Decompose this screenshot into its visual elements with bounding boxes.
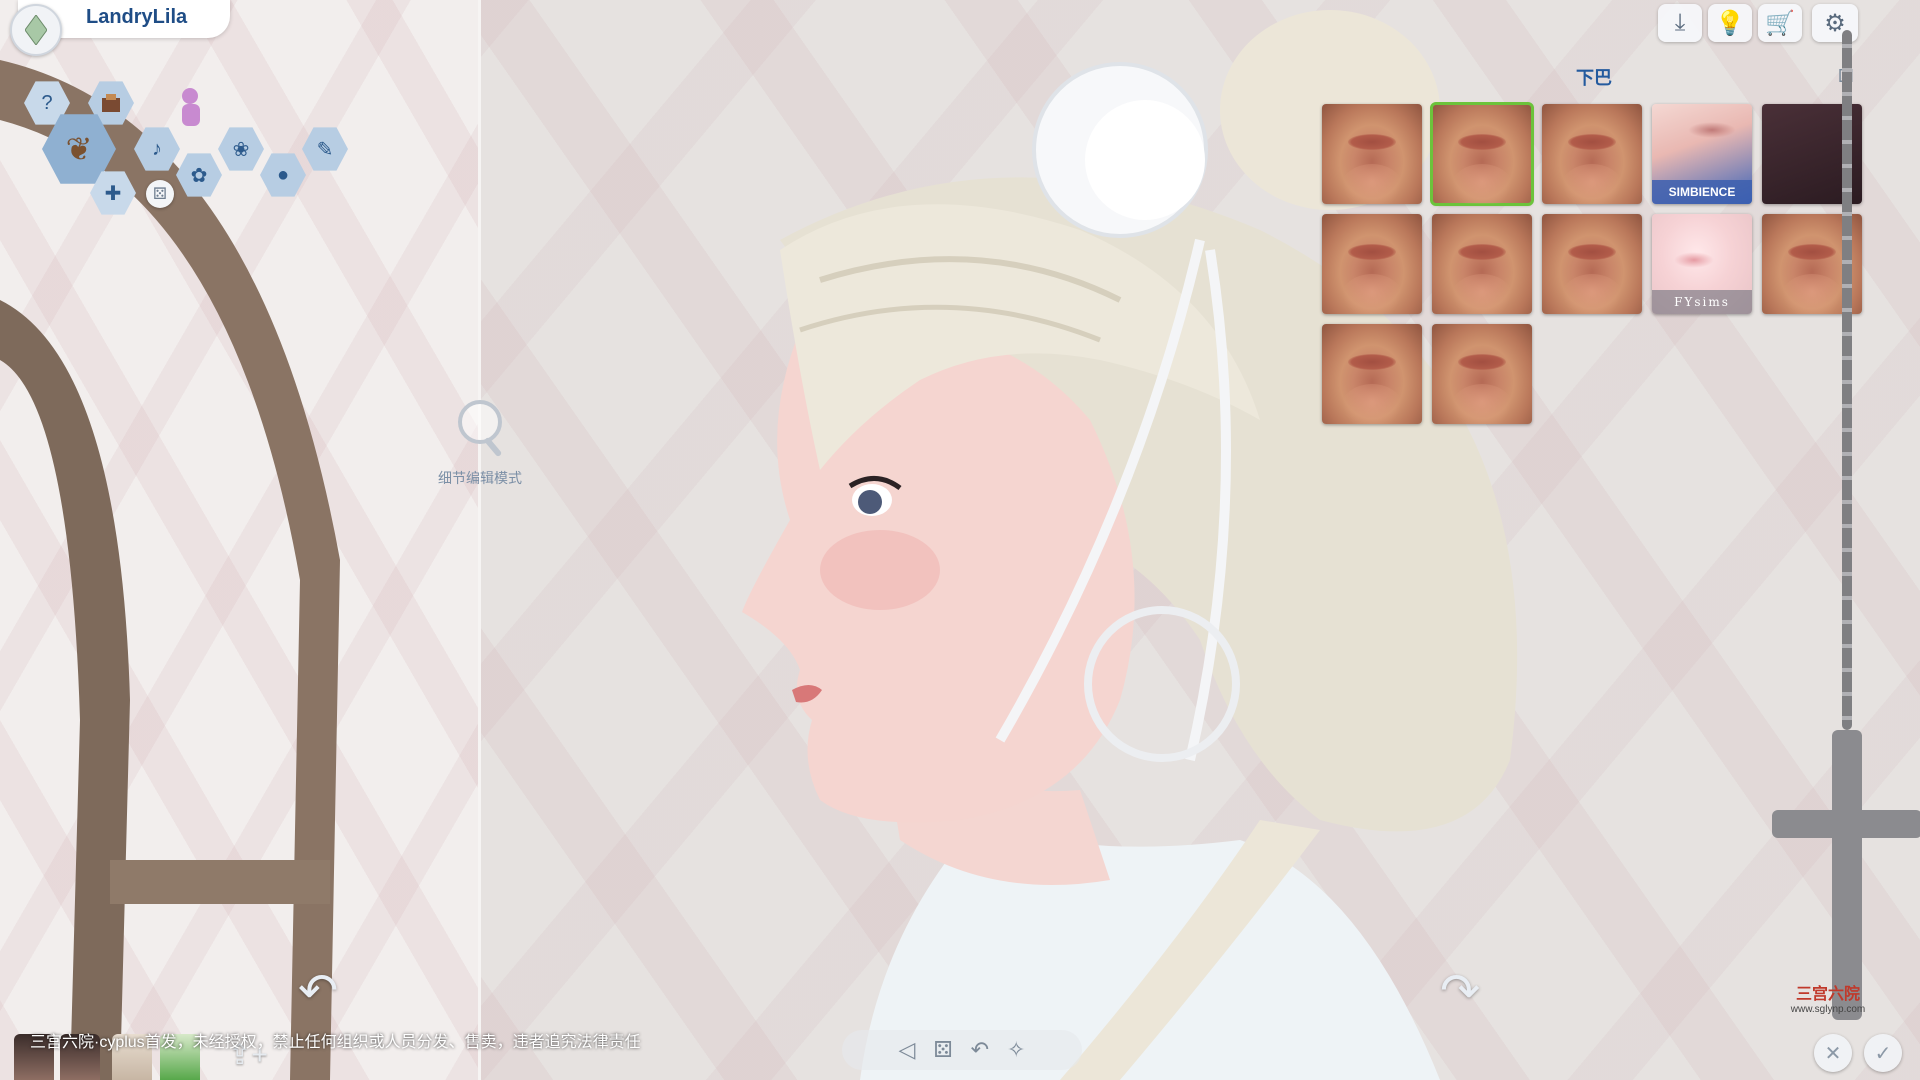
cas-chin-panel: 下巴 ⚄ SIMBIENCE FYsims: [1310, 58, 1870, 438]
chain-track: [1842, 30, 1852, 730]
detail-edit-mode-label: 细节编辑模式: [438, 470, 522, 486]
chin-swatch-simbience[interactable]: SIMBIENCE: [1652, 104, 1752, 204]
arch-bar: [110, 860, 330, 904]
panel-title: 下巴: [1576, 68, 1612, 88]
sim-name[interactable]: LandryLila: [86, 6, 187, 29]
logo-url: www.sglynp.com: [1790, 1004, 1866, 1015]
chin-swatch-11[interactable]: [1322, 324, 1422, 424]
bottom-center-controls: ◁ ⚄ ↶ ✧: [842, 1030, 1082, 1070]
swatch-caption: FYsims: [1652, 290, 1752, 314]
arch-frame: [0, 60, 340, 1080]
plumbob-menu-button[interactable]: [10, 4, 62, 56]
randomize-traits-dice-icon[interactable]: ⚄: [146, 180, 174, 208]
sim-name-tab[interactable]: LandryLila: [10, 0, 230, 56]
blush: [820, 530, 940, 610]
aspiration-icon: ❦: [65, 131, 93, 167]
chin-swatch-fysims[interactable]: FYsims: [1652, 214, 1752, 314]
cross-handle[interactable]: [1832, 730, 1862, 1020]
chin-swatch-8[interactable]: [1542, 214, 1642, 314]
magnifier-icon: [458, 400, 502, 444]
arch-frame-inner: [0, 300, 130, 1080]
plumbob-icon: [25, 15, 47, 45]
logo-text: 三宫六院: [1795, 984, 1860, 1003]
chin-swatch-12[interactable]: [1432, 324, 1532, 424]
cross-handle-arm: [1772, 810, 1920, 838]
randomize-dice-icon[interactable]: ⚄: [933, 1037, 952, 1063]
confirm-button[interactable]: ✓: [1864, 1034, 1902, 1072]
chin-swatch-7[interactable]: [1432, 214, 1532, 314]
body-type-icon[interactable]: [170, 86, 214, 134]
rotate-left-icon[interactable]: ↶: [298, 968, 358, 1016]
shop-icon[interactable]: 🛒: [1758, 4, 1802, 42]
chin-swatch-3[interactable]: [1542, 104, 1642, 204]
site-logo: 三宫六院 www.sglynp.com: [1768, 980, 1888, 1015]
chin-swatch-2[interactable]: [1430, 102, 1534, 206]
swatch-caption: SIMBIENCE: [1652, 180, 1752, 204]
watermark-text: 三宫六院·cyplus首发，未经授权，禁止任何组织或人员分发、售卖，违者追究法律…: [30, 1034, 641, 1051]
rotate-right-icon[interactable]: ↷: [1440, 968, 1500, 1016]
gallery-icon[interactable]: ⤓: [1658, 4, 1702, 42]
tips-icon[interactable]: 💡: [1708, 4, 1752, 42]
undo-icon[interactable]: ↶: [971, 1037, 989, 1063]
chin-swatch-1[interactable]: [1322, 104, 1422, 204]
collapse-left-icon[interactable]: ◁: [899, 1037, 916, 1063]
chin-swatch-6[interactable]: [1322, 214, 1422, 314]
detail-edit-mode-button[interactable]: 细节编辑模式: [430, 400, 530, 488]
style-icon[interactable]: ✧: [1007, 1037, 1025, 1063]
cancel-button[interactable]: ✕: [1814, 1034, 1852, 1072]
scroll-chain-scrollbar[interactable]: [1772, 30, 1920, 1030]
eye-iris: [858, 490, 882, 514]
